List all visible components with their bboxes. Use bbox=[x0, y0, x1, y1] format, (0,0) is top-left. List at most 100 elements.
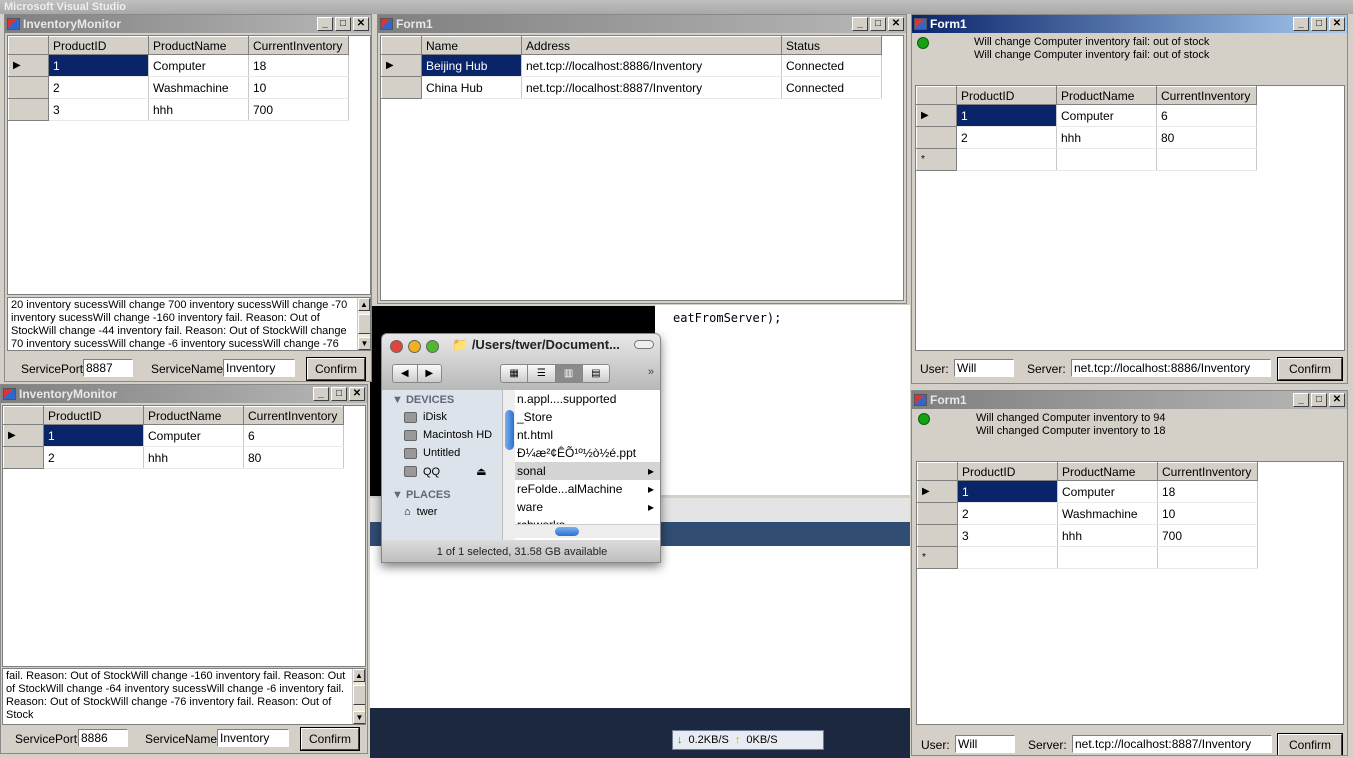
log-textbox[interactable]: fail. Reason: Out of StockWill change -1… bbox=[2, 668, 366, 725]
minimize-button[interactable]: _ bbox=[317, 17, 333, 31]
row-header[interactable] bbox=[3, 446, 44, 469]
table-cell[interactable]: 80 bbox=[243, 446, 344, 469]
table-cell[interactable]: 700 bbox=[1157, 524, 1258, 547]
close-button[interactable]: ✕ bbox=[1329, 17, 1345, 31]
client-grid[interactable]: ProductID ProductName CurrentInventory ▶… bbox=[915, 85, 1345, 351]
row-header[interactable] bbox=[917, 524, 958, 547]
hubs-grid[interactable]: Name Address Status ▶ Beijing Hub net.tcp:… bbox=[380, 35, 904, 301]
table-cell[interactable] bbox=[1056, 148, 1157, 171]
close-button[interactable]: ✕ bbox=[353, 17, 369, 31]
confirm-button[interactable]: Confirm bbox=[300, 727, 360, 751]
table-cell[interactable]: hhh bbox=[1056, 126, 1157, 149]
new-row-marker[interactable]: * bbox=[916, 148, 957, 171]
table-cell[interactable] bbox=[956, 148, 1057, 171]
list-item[interactable]: n.appl....supported bbox=[515, 390, 660, 408]
sidebar-item[interactable]: Untitled bbox=[382, 444, 502, 462]
log-scrollbar[interactable]: ▲ ▼ bbox=[357, 298, 370, 350]
table-cell[interactable]: 2 bbox=[48, 76, 149, 99]
close-icon[interactable] bbox=[390, 340, 403, 353]
table-row[interactable]: 2 hhh 80 bbox=[916, 126, 1257, 149]
column-header[interactable]: ProductID bbox=[48, 36, 149, 55]
table-cell[interactable]: Beijing Hub bbox=[421, 54, 522, 77]
new-row-marker[interactable]: * bbox=[917, 546, 958, 569]
row-header[interactable] bbox=[917, 502, 958, 525]
column-header[interactable]: ProductName bbox=[148, 36, 249, 55]
back-arrow-icon[interactable]: ◀ bbox=[393, 365, 418, 382]
close-button[interactable]: ✕ bbox=[349, 387, 365, 401]
coverflow-view-icon[interactable]: ▤ bbox=[583, 365, 609, 382]
sidebar-item[interactable]: ⌂ twer bbox=[382, 503, 502, 521]
server-input[interactable]: net.tcp://localhost:8886/Inventory bbox=[1071, 359, 1271, 377]
table-cell[interactable]: 1 bbox=[48, 54, 149, 77]
table-row[interactable]: ▶ 1 Computer 18 bbox=[917, 480, 1258, 503]
table-cell[interactable]: Computer bbox=[148, 54, 249, 77]
table-cell[interactable]: Connected bbox=[781, 54, 882, 77]
maximize-button[interactable]: □ bbox=[335, 17, 351, 31]
scroll-up-icon[interactable]: ▲ bbox=[353, 669, 365, 682]
sidebar-scrollbar[interactable] bbox=[502, 390, 515, 540]
table-row[interactable]: ▶ 1 Computer 18 bbox=[8, 54, 349, 77]
column-header[interactable]: ProductID bbox=[43, 406, 144, 425]
column-header[interactable]: CurrentInventory bbox=[243, 406, 344, 425]
table-cell[interactable]: 6 bbox=[1156, 104, 1257, 127]
toolbar-toggle-button[interactable] bbox=[634, 340, 654, 349]
row-selector-icon[interactable]: ▶ bbox=[381, 54, 422, 77]
table-cell[interactable]: 1 bbox=[956, 104, 1057, 127]
column-header[interactable]: CurrentInventory bbox=[1156, 86, 1257, 105]
scroll-thumb[interactable] bbox=[358, 314, 370, 334]
table-cell[interactable]: 1 bbox=[43, 424, 144, 447]
client-grid[interactable]: ProductID ProductName CurrentInventory ▶… bbox=[916, 461, 1344, 725]
table-cell[interactable]: China Hub bbox=[421, 76, 522, 99]
table-cell[interactable]: 80 bbox=[1156, 126, 1257, 149]
table-cell[interactable]: 3 bbox=[48, 98, 149, 121]
table-cell[interactable]: 700 bbox=[248, 98, 349, 121]
server-input[interactable]: net.tcp://localhost:8887/Inventory bbox=[1072, 735, 1272, 753]
service-name-input[interactable]: Inventory bbox=[223, 359, 295, 377]
maximize-button[interactable]: □ bbox=[1311, 17, 1327, 31]
column-header[interactable]: Name bbox=[421, 36, 522, 55]
column-header[interactable]: Address bbox=[521, 36, 782, 55]
table-row[interactable]: China Hub net.tcp://localhost:8887/Invent… bbox=[381, 76, 882, 99]
table-cell[interactable]: 10 bbox=[1157, 502, 1258, 525]
minimize-button[interactable]: _ bbox=[852, 17, 868, 31]
new-row[interactable]: * bbox=[917, 546, 1258, 569]
list-item[interactable]: reFolde...alMachine ▸ bbox=[515, 480, 660, 498]
row-selector-icon[interactable]: ▶ bbox=[8, 54, 49, 77]
title-bar[interactable]: InventoryMonitor _ □ ✕ bbox=[5, 15, 371, 33]
table-cell[interactable]: 3 bbox=[957, 524, 1058, 547]
column-header[interactable]: CurrentInventory bbox=[248, 36, 349, 55]
table-cell[interactable]: Computer bbox=[1057, 480, 1158, 503]
column-header[interactable]: ProductName bbox=[143, 406, 244, 425]
table-cell[interactable]: Computer bbox=[143, 424, 244, 447]
scroll-down-icon[interactable]: ▼ bbox=[358, 337, 370, 350]
close-button[interactable]: ✕ bbox=[888, 17, 904, 31]
table-row[interactable]: 2 Washmachine 10 bbox=[917, 502, 1258, 525]
scroll-up-icon[interactable]: ▲ bbox=[358, 298, 370, 311]
service-port-input[interactable]: 8887 bbox=[83, 359, 133, 377]
maximize-button[interactable]: □ bbox=[331, 387, 347, 401]
list-view-icon[interactable]: ☰ bbox=[528, 365, 556, 382]
confirm-button[interactable]: Confirm bbox=[1277, 733, 1343, 755]
table-row[interactable]: 3 hhh 700 bbox=[917, 524, 1258, 547]
list-item[interactable]: _Store bbox=[515, 408, 660, 426]
table-cell[interactable]: 2 bbox=[956, 126, 1057, 149]
scroll-thumb[interactable] bbox=[353, 685, 365, 705]
forward-arrow-icon[interactable]: ▶ bbox=[418, 365, 442, 382]
scroll-thumb[interactable] bbox=[555, 527, 579, 536]
table-cell[interactable]: 18 bbox=[1157, 480, 1258, 503]
table-row[interactable]: 2 Washmachine 10 bbox=[8, 76, 349, 99]
inventory-grid[interactable]: ProductID ProductName CurrentInventory ▶… bbox=[7, 35, 371, 295]
column-header[interactable]: ProductID bbox=[957, 462, 1058, 481]
inventory-grid[interactable]: ProductID ProductName CurrentInventory ▶… bbox=[2, 405, 366, 667]
eject-icon[interactable]: ⏏ bbox=[476, 465, 486, 478]
table-cell[interactable]: 18 bbox=[248, 54, 349, 77]
list-item[interactable]: nt.html bbox=[515, 426, 660, 444]
maximize-button[interactable]: □ bbox=[1311, 393, 1327, 407]
sidebar-item[interactable]: QQ ⏏ bbox=[382, 462, 502, 481]
minimize-button[interactable]: _ bbox=[313, 387, 329, 401]
confirm-button[interactable]: Confirm bbox=[306, 357, 366, 381]
sidebar-item[interactable]: Macintosh HD bbox=[382, 426, 502, 444]
scroll-thumb[interactable] bbox=[505, 410, 514, 450]
table-cell[interactable]: net.tcp://localhost:8887/Inventory bbox=[521, 76, 782, 99]
title-bar[interactable]: Form1 _ □ ✕ bbox=[912, 391, 1347, 409]
